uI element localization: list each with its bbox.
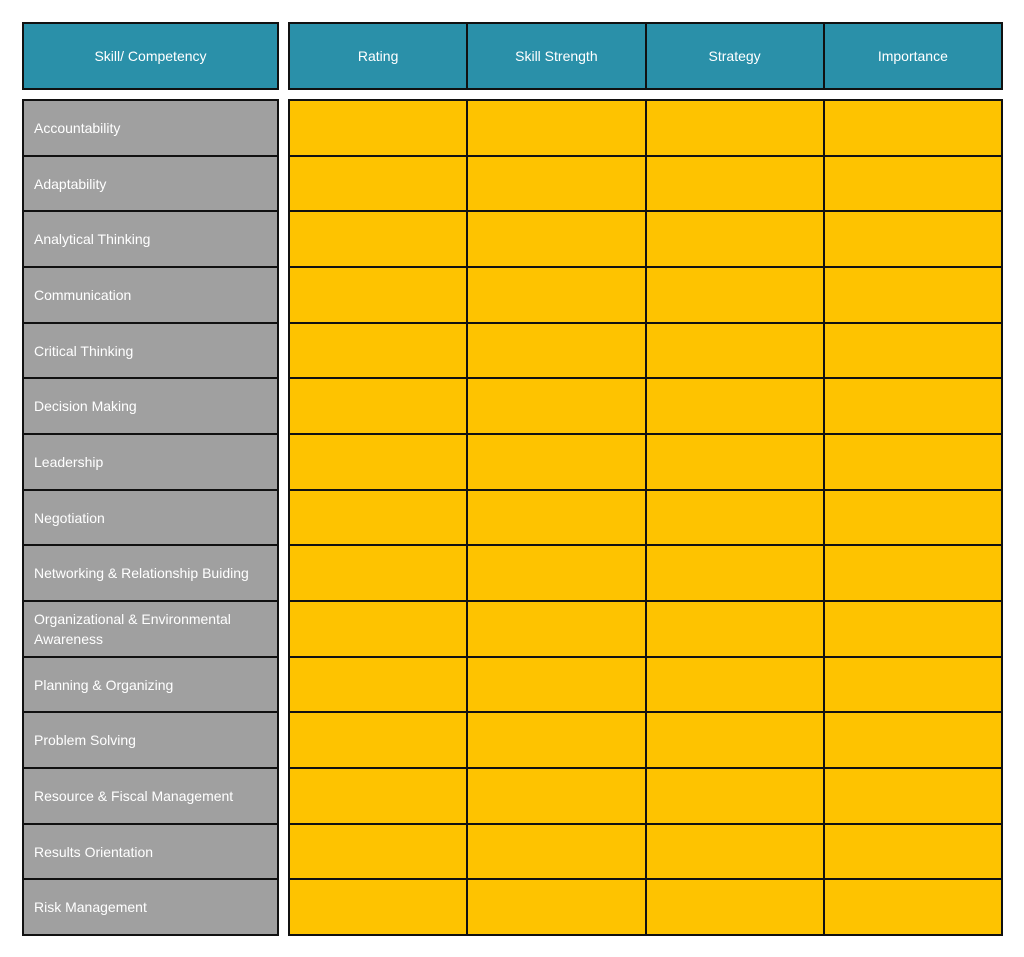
skill-label: Resource & Fiscal Management: [24, 767, 277, 823]
table-row: [290, 101, 1001, 155]
skill-strength-cell[interactable]: [466, 490, 644, 545]
skill-strength-cell[interactable]: [466, 101, 644, 155]
skill-label: Decision Making: [24, 377, 277, 433]
rating-cell[interactable]: [290, 379, 466, 433]
strategy-cell[interactable]: [644, 824, 823, 879]
importance-cell[interactable]: [822, 713, 1001, 768]
skill-strength-cell[interactable]: [466, 824, 644, 879]
skill-label: Networking & Relationship Buiding: [24, 544, 277, 600]
strategy-cell[interactable]: [644, 435, 823, 489]
importance-cell[interactable]: [822, 156, 1001, 211]
table-row: [290, 154, 1001, 211]
skill-strength-cell[interactable]: [466, 212, 644, 267]
rating-grid: [288, 99, 1003, 936]
strategy-cell[interactable]: [644, 546, 823, 601]
rating-cell[interactable]: [290, 546, 466, 600]
header-importance: Importance: [822, 24, 1001, 88]
skill-label: Accountability: [34, 119, 121, 136]
skill-label: Problem Solving: [24, 711, 277, 767]
skill-list: Accountability Adaptability Analytical Thi…: [22, 99, 279, 936]
skill-label: Planning & Organizing: [24, 655, 277, 712]
skill-strength-cell[interactable]: [466, 156, 644, 211]
table-row: [290, 878, 1001, 935]
skill-strength-cell[interactable]: [466, 880, 644, 935]
rating-cell[interactable]: [290, 825, 466, 879]
skill-label: Critical Thinking: [24, 321, 277, 378]
rating-cell[interactable]: [290, 658, 466, 712]
table-row: [290, 210, 1001, 267]
skill-header: Skill/ Competency: [22, 22, 279, 90]
table-row: [290, 433, 1001, 489]
importance-cell[interactable]: [822, 268, 1001, 322]
table-row: [290, 767, 1001, 823]
table-row: [290, 655, 1001, 712]
skill-strength-cell[interactable]: [466, 546, 644, 601]
header-strategy: Strategy: [644, 24, 823, 88]
skill-strength-cell[interactable]: [466, 435, 644, 489]
header-rating: Rating: [357, 48, 399, 64]
strategy-cell[interactable]: [644, 156, 823, 211]
skill-strength-cell[interactable]: [466, 657, 644, 712]
rating-cell[interactable]: [290, 268, 466, 322]
rating-cell[interactable]: [290, 769, 466, 823]
skill-header-label: Skill/ Competency: [94, 48, 207, 64]
rating-cell[interactable]: [290, 713, 466, 767]
skill-label: Results Orientation: [24, 822, 277, 879]
skill-label: Organizational & Environmental Awareness: [24, 600, 277, 656]
rating-cell[interactable]: [290, 324, 466, 378]
strategy-cell[interactable]: [644, 212, 823, 267]
skill-label: Leadership: [24, 433, 277, 489]
skill-strength-cell[interactable]: [466, 379, 644, 434]
table-row: [290, 488, 1001, 545]
importance-cell[interactable]: [822, 602, 1001, 656]
strategy-cell[interactable]: [644, 490, 823, 545]
importance-cell[interactable]: [822, 546, 1001, 601]
importance-cell[interactable]: [822, 657, 1001, 712]
table-row: [290, 377, 1001, 434]
table-row: [290, 321, 1001, 378]
strategy-cell[interactable]: [644, 101, 823, 155]
importance-cell[interactable]: [822, 379, 1001, 434]
skill-strength-cell[interactable]: [466, 323, 644, 378]
table-row: [290, 544, 1001, 601]
rating-cell[interactable]: [290, 101, 466, 155]
skill-strength-cell[interactable]: [466, 602, 644, 656]
strategy-cell[interactable]: [644, 880, 823, 935]
strategy-cell[interactable]: [644, 713, 823, 768]
importance-cell[interactable]: [822, 212, 1001, 267]
rating-cell[interactable]: [290, 157, 466, 211]
skill-label: Adaptability: [24, 154, 277, 211]
table-row: [290, 822, 1001, 879]
table-row: [290, 711, 1001, 768]
importance-cell[interactable]: [822, 490, 1001, 545]
strategy-cell[interactable]: [644, 657, 823, 712]
importance-cell[interactable]: [822, 323, 1001, 378]
table-row: [290, 266, 1001, 322]
strategy-cell[interactable]: [644, 379, 823, 434]
skill-label: Negotiation: [24, 488, 277, 545]
skill-strength-cell[interactable]: [466, 268, 644, 322]
header-skill-strength: Skill Strength: [466, 24, 644, 88]
importance-cell[interactable]: [822, 880, 1001, 935]
skill-strength-cell[interactable]: [466, 769, 644, 823]
skill-strength-cell[interactable]: [466, 713, 644, 768]
importance-cell[interactable]: [822, 435, 1001, 489]
column-headers: Rating Skill Strength Strategy Importanc…: [288, 22, 1003, 90]
importance-cell[interactable]: [822, 769, 1001, 823]
rating-cell[interactable]: [290, 491, 466, 545]
skill-label: Risk Management: [24, 878, 277, 934]
strategy-cell[interactable]: [644, 268, 823, 322]
rating-cell[interactable]: [290, 602, 466, 656]
table-row: [290, 600, 1001, 656]
strategy-cell[interactable]: [644, 602, 823, 656]
importance-cell[interactable]: [822, 824, 1001, 879]
skill-label: Communication: [24, 266, 277, 322]
rating-cell[interactable]: [290, 435, 466, 489]
importance-cell[interactable]: [822, 101, 1001, 155]
strategy-cell[interactable]: [644, 769, 823, 823]
rating-cell[interactable]: [290, 880, 466, 934]
strategy-cell[interactable]: [644, 323, 823, 378]
rating-cell[interactable]: [290, 212, 466, 266]
skill-label: Analytical Thinking: [24, 210, 277, 266]
